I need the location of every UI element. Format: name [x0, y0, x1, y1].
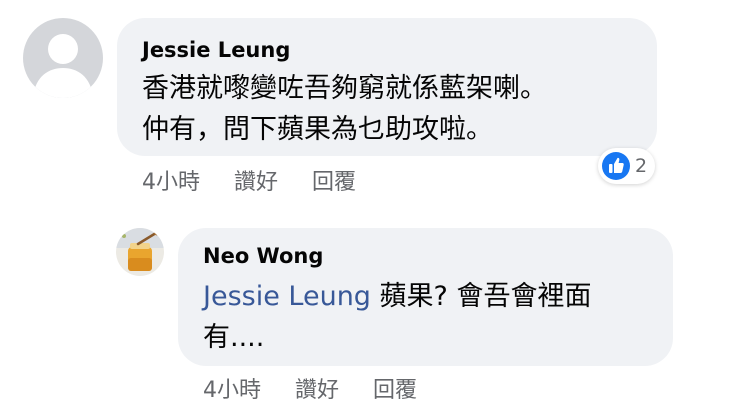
like-icon — [602, 152, 630, 180]
comment-line: 香港就嚟變咗吾夠窮就係藍架喇。 — [142, 73, 547, 104]
reply-actions: 4小時 讚好 回覆 — [203, 372, 417, 404]
mention-link[interactable]: Jessie Leung — [203, 281, 371, 312]
reply-line-text: 蘋果? 會吾會裡面 — [370, 281, 592, 312]
reply-button[interactable]: 回覆 — [312, 164, 356, 196]
reply-author[interactable]: Neo Wong — [203, 244, 323, 268]
reply-line: 有.... — [203, 322, 265, 353]
reply-button[interactable]: 回覆 — [373, 372, 417, 404]
avatar-neo[interactable] — [116, 228, 164, 276]
like-button[interactable]: 讚好 — [295, 372, 339, 404]
comment-actions: 4小時 讚好 回覆 — [142, 164, 356, 196]
comment-author[interactable]: Jessie Leung — [142, 38, 290, 62]
reply-timestamp[interactable]: 4小時 — [203, 372, 261, 404]
reply-text: Jessie Leung 蘋果? 會吾會裡面 有.... — [203, 276, 591, 358]
like-button[interactable]: 讚好 — [234, 164, 278, 196]
reply-line: Jessie Leung 蘋果? 會吾會裡面 — [203, 276, 591, 317]
reaction-count: 2 — [635, 155, 648, 177]
avatar-jessie[interactable] — [23, 18, 103, 98]
comment-line: 仲有，問下蘋果為乜助攻啦。 — [142, 114, 493, 145]
comment-text: 香港就嚟變咗吾夠窮就係藍架喇。 仲有，問下蘋果為乜助攻啦。 — [142, 68, 547, 150]
reaction-summary[interactable]: 2 — [598, 148, 656, 184]
default-person-icon — [23, 18, 103, 98]
comment-timestamp[interactable]: 4小時 — [142, 164, 200, 196]
honey-jar-icon — [116, 228, 164, 276]
